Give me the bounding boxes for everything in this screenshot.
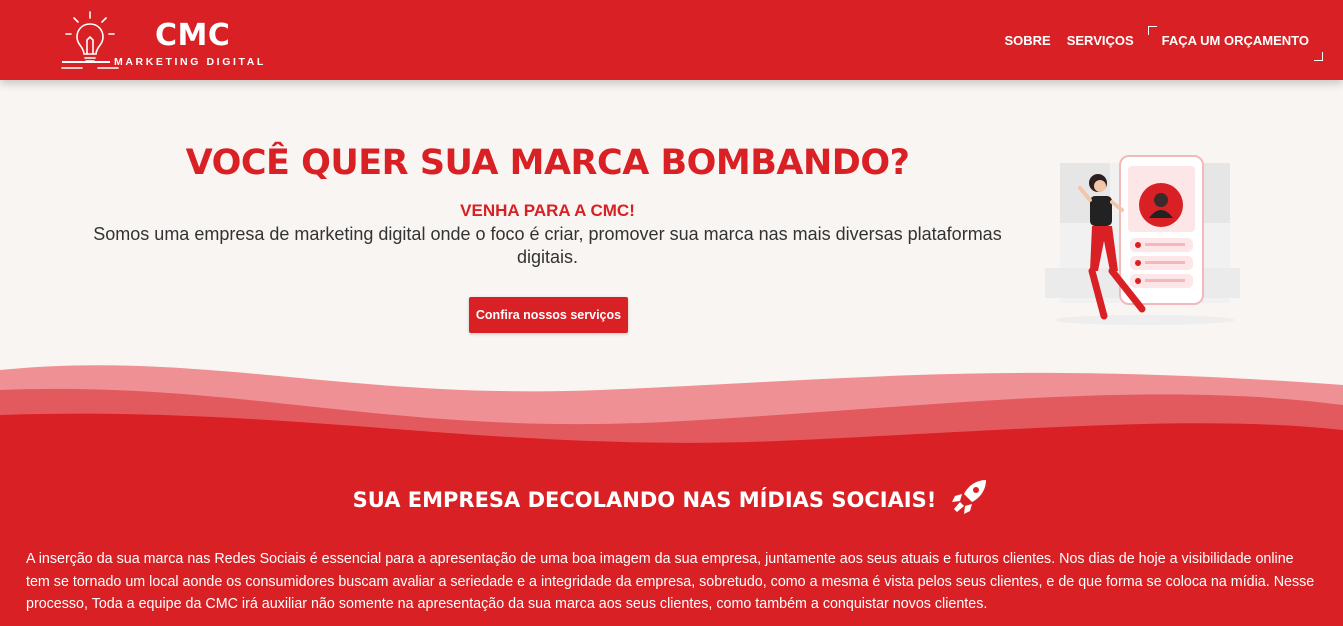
nav-link-sobre[interactable]: SOBRE <box>1004 33 1050 48</box>
rocket-icon <box>952 480 987 514</box>
hero-title: VOCÊ QUER SUA MARCA BOMBANDO? <box>185 143 910 183</box>
woman-phone-illustration <box>1045 155 1240 325</box>
brand-logo[interactable]: CMC MARKETING DIGITAL <box>60 10 290 74</box>
brand-tagline-text: MARKETING DIGITAL <box>114 56 266 68</box>
social-description: A inserção da sua marca nas Redes Sociai… <box>26 551 1315 612</box>
main-nav: SOBRE SERVIÇOS FAÇA UM ORÇAMENTO <box>988 25 1324 61</box>
social-heading: SUA EMPRESA DECOLANDO NAS MÍDIAS SOCIAIS… <box>0 480 1343 516</box>
nav-cta-orcamento[interactable]: FAÇA UM ORÇAMENTO <box>1147 25 1324 61</box>
services-button[interactable]: Confira nossos serviços <box>469 297 628 333</box>
brand-name: CMC <box>155 18 231 53</box>
hero-wave-divider <box>0 365 1343 460</box>
hero-subtitle: VENHA PARA A CMC! <box>460 201 635 220</box>
site-header: CMC MARKETING DIGITAL SOBRE SERVIÇOS FAÇ… <box>0 0 1343 80</box>
social-title: SUA EMPRESA DECOLANDO NAS MÍDIAS SOCIAIS… <box>352 488 937 512</box>
nav-link-servicos[interactable]: SERVIÇOS <box>1067 33 1134 48</box>
hero-description: Somos uma empresa de marketing digital o… <box>93 224 1002 267</box>
brand-tagline: MARKETING DIGITAL <box>114 56 266 68</box>
